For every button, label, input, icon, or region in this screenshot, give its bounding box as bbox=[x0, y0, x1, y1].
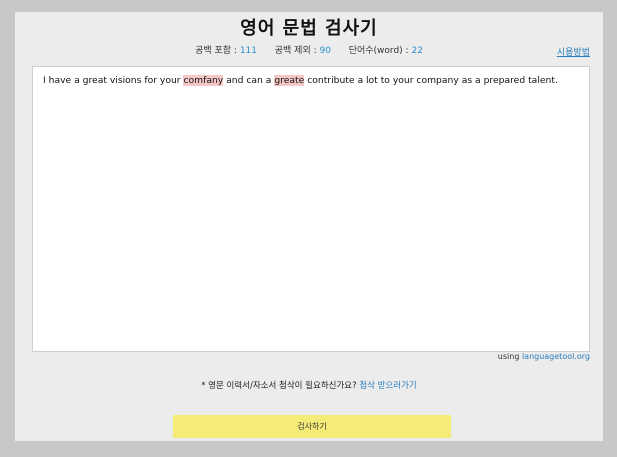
how-to-use-link[interactable]: 시용방법 bbox=[557, 45, 590, 58]
grammar-checker-panel: 영어 문법 검사기 공백 포함 : 111 공백 제외 : 90 단어수(wor… bbox=[15, 12, 603, 441]
proofreading-notice: * 영문 이력서/자소서 첨삭이 필요하신가요? 첨삭 받으러가기 bbox=[15, 379, 603, 391]
page-title: 영어 문법 검사기 bbox=[240, 18, 378, 39]
text-segment: I have a great visions for your bbox=[43, 75, 184, 86]
word-count-label: 단어수(word) : bbox=[348, 46, 409, 56]
character-counts: 공백 포함 : 111 공백 제외 : 90 단어수(word) : 22 bbox=[15, 43, 603, 56]
spelling-error-highlight[interactable]: greate bbox=[274, 75, 305, 86]
editor-content[interactable]: I have a great visions for your comfany … bbox=[43, 74, 581, 88]
with-spaces-label: 공백 포함 : bbox=[195, 46, 237, 56]
without-spaces-label: 공백 제외 : bbox=[274, 46, 317, 56]
check-grammar-button[interactable]: 검사하기 bbox=[173, 415, 451, 438]
proofreading-link[interactable]: 첨삭 받으러가기 bbox=[359, 381, 416, 391]
spelling-error-highlight[interactable]: comfany bbox=[183, 75, 224, 86]
credit-prefix: using bbox=[497, 352, 520, 361]
word-count-value: 22 bbox=[411, 46, 423, 56]
languagetool-credit: using languagetool.org bbox=[498, 352, 590, 361]
text-editor[interactable]: I have a great visions for your comfany … bbox=[32, 66, 590, 352]
notice-text: * 영문 이력서/자소서 첨삭이 필요하신가요? bbox=[201, 381, 357, 391]
text-segment: contribute a lot to your company as a pr… bbox=[304, 75, 558, 86]
languagetool-link[interactable]: languagetool.org bbox=[522, 352, 590, 361]
with-spaces-value: 111 bbox=[239, 46, 257, 56]
text-segment: and can a bbox=[223, 75, 275, 86]
without-spaces-value: 90 bbox=[319, 46, 331, 56]
